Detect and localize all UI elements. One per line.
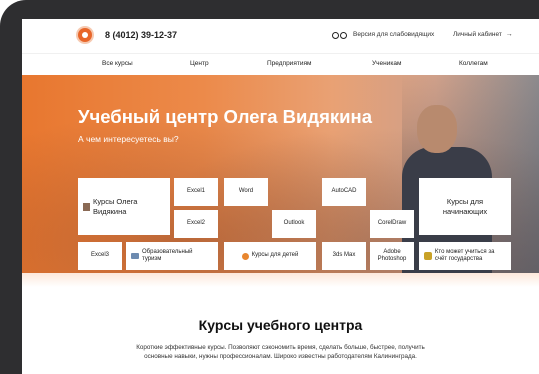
tile-label: Excel2 — [186, 220, 205, 227]
tile-excel3[interactable]: Excel3 — [78, 242, 122, 270]
nav-item-all-courses[interactable]: Все курсы — [102, 60, 133, 67]
phone-number[interactable]: 8 (4012) 39-12-37 — [105, 30, 177, 40]
accessibility-label: Версия для слабовидящих — [353, 31, 435, 38]
tile-edu-tourism[interactable]: Образовательный туризм — [126, 242, 218, 270]
account-link[interactable]: Личный кабинет → — [453, 31, 513, 38]
tile-kids[interactable]: Курсы для детей — [224, 242, 316, 270]
glasses-icon — [332, 31, 348, 39]
logo-icon[interactable] — [78, 28, 92, 42]
tile-autocad[interactable]: AutoCAD — [322, 178, 366, 206]
tile-label: Курсы для начинающих — [442, 197, 488, 216]
accessibility-link[interactable]: Версия для слабовидящих — [332, 31, 435, 39]
main-nav: Все курсы Центр Предприятиям Ученикам Ко… — [22, 53, 539, 76]
bag-icon — [131, 253, 139, 259]
section-divider — [22, 273, 539, 287]
tile-photoshop[interactable]: Adobe Photoshop — [370, 242, 414, 270]
tile-outlook[interactable]: Outlook — [272, 210, 316, 238]
presenter-head — [417, 105, 457, 153]
tile-label: Excel3 — [90, 252, 109, 259]
nav-item-students[interactable]: Ученикам — [372, 60, 401, 67]
site-header: 8 (4012) 39-12-37 Версия для слабовидящи… — [22, 19, 539, 53]
kid-icon — [241, 252, 249, 260]
tile-excel1[interactable]: Excel1 — [174, 178, 218, 206]
hero-title: Учебный центр Олега Видякина — [78, 106, 372, 127]
account-label: Личный кабинет — [453, 31, 502, 38]
section-description: Короткие эффективные курсы. Позволяют сэ… — [136, 344, 425, 361]
nav-item-colleagues[interactable]: Коллегам — [459, 60, 488, 67]
tile-label: Курсы Олега Видякина — [93, 197, 138, 216]
tile-label: Excel1 — [186, 188, 205, 195]
hero-banner: Учебный центр Олега Видякина А чем интер… — [22, 75, 539, 273]
tile-coreldraw[interactable]: CorelDraw — [370, 210, 414, 238]
tile-3dsmax[interactable]: 3ds Max — [322, 242, 366, 270]
tile-label: 3ds Max — [332, 252, 356, 259]
portrait-icon — [83, 202, 90, 211]
tile-label: Outlook — [283, 220, 305, 227]
tile-label: Курсы для детей — [251, 252, 299, 259]
tile-beginners[interactable]: Курсы для начинающих — [419, 178, 511, 235]
tile-state-funded[interactable]: Кто может учиться за счёт государства — [419, 242, 511, 270]
tile-excel2[interactable]: Excel2 — [174, 210, 218, 238]
tile-author-courses[interactable]: Курсы Олега Видякина — [78, 178, 170, 235]
tile-word[interactable]: Word — [224, 178, 268, 206]
crest-icon — [424, 252, 432, 260]
tile-label: Образовательный туризм — [142, 248, 193, 263]
hero-subtitle: А чем интересуетесь вы? — [78, 134, 179, 144]
nav-item-enterprises[interactable]: Предприятиям — [267, 60, 311, 67]
arrow-right-icon: → — [505, 31, 513, 38]
tile-label: Word — [238, 188, 254, 195]
tile-label: Adobe Photoshop — [377, 248, 407, 263]
tile-label: Кто может учиться за счёт государства — [434, 248, 495, 263]
tile-label: CorelDraw — [377, 220, 407, 227]
browser-screen: 8 (4012) 39-12-37 Версия для слабовидящи… — [22, 19, 539, 374]
section-title: Курсы учебного центра — [198, 317, 363, 333]
tile-label: AutoCAD — [331, 188, 357, 195]
device-frame: 8 (4012) 39-12-37 Версия для слабовидящи… — [0, 0, 539, 374]
nav-item-center[interactable]: Центр — [190, 60, 209, 67]
